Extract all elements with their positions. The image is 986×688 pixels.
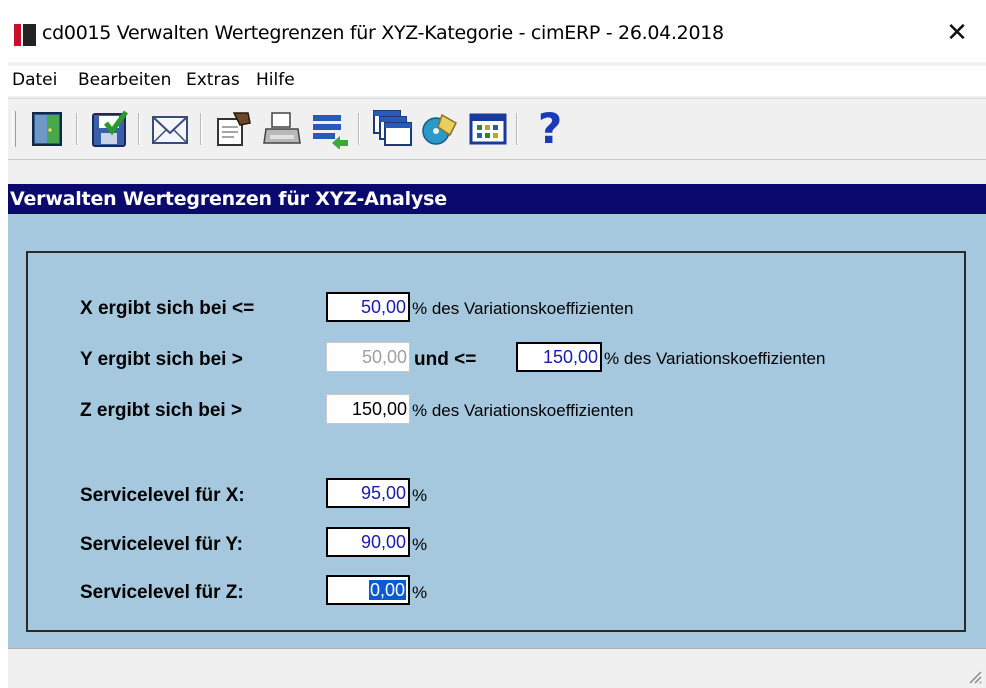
grid-table-icon[interactable]	[466, 107, 510, 151]
transfer-list-icon[interactable]	[308, 107, 352, 151]
z-unit-label: % des Variationskoeffizienten	[412, 401, 634, 420]
printer-icon[interactable]	[260, 107, 304, 151]
servicelevel-x-input[interactable]: 95,00	[326, 478, 410, 508]
y-unit-label: % des Variationskoeffizienten	[604, 349, 826, 368]
form-header: Verwalten Wertegrenzen für XYZ-Analyse	[8, 184, 986, 214]
window-title: cd0015 Verwalten Wertegrenzen für XYZ-Ka…	[42, 22, 724, 44]
menu-extras[interactable]: Extras	[186, 70, 240, 90]
cd-tag-icon[interactable]	[418, 107, 462, 151]
toolbar: ?	[8, 98, 986, 160]
z-limit-label: Z ergibt sich bei >	[80, 400, 243, 421]
resize-grip-icon[interactable]	[966, 668, 982, 684]
notepad-hand-icon[interactable]	[212, 107, 256, 151]
content-area: X ergibt sich bei <= 50,00 % des Variati…	[8, 214, 986, 648]
toolbar-grip[interactable]	[12, 111, 16, 147]
x-limit-input[interactable]: 50,00	[326, 292, 410, 322]
servicelevel-z-label: Servicelevel für Z:	[80, 582, 244, 603]
status-bar	[8, 648, 986, 688]
windows-stack-icon[interactable]	[370, 107, 414, 151]
y-upper-limit-input[interactable]: 150,00	[516, 342, 602, 372]
close-button[interactable]: ✕	[942, 18, 972, 48]
servicelevel-y-percent: %	[412, 535, 428, 554]
toolbar-separator	[200, 113, 202, 145]
envelope-icon[interactable]	[148, 107, 192, 151]
servicelevel-z-percent: %	[412, 583, 428, 602]
y-limit-label: Y ergibt sich bei >	[80, 349, 243, 370]
x-limit-label: X ergibt sich bei <=	[80, 298, 255, 319]
menu-datei[interactable]: Datei	[12, 70, 57, 90]
servicelevel-z-selected-value: 0,00	[368, 580, 406, 600]
title-bar[interactable]: cd0015 Verwalten Wertegrenzen für XYZ-Ka…	[0, 0, 986, 62]
servicelevel-y-input[interactable]: 90,00	[326, 527, 410, 557]
toolbar-separator	[358, 113, 360, 145]
x-unit-label: % des Variationskoeffizienten	[412, 299, 634, 318]
servicelevel-x-label: Servicelevel für X:	[80, 485, 245, 506]
toolbar-separator	[138, 113, 140, 145]
menu-hilfe[interactable]: Hilfe	[256, 70, 295, 90]
toolbar-separator	[76, 113, 78, 145]
z-limit-input[interactable]: 150,00	[326, 394, 410, 424]
menu-bearbeiten[interactable]: Bearbeiten	[78, 70, 171, 90]
form-title: Verwalten Wertegrenzen für XYZ-Analyse	[10, 188, 447, 210]
help-question-icon[interactable]: ?	[528, 107, 572, 151]
servicelevel-x-percent: %	[412, 486, 428, 505]
window-left-border	[0, 0, 8, 688]
y-and-label: und <=	[414, 349, 477, 370]
save-check-icon[interactable]	[88, 107, 132, 151]
exit-door-icon[interactable]	[26, 107, 70, 151]
toolbar-separator	[516, 113, 518, 145]
servicelevel-y-label: Servicelevel für Y:	[80, 534, 244, 555]
menu-bar: Datei Bearbeiten Extras Hilfe	[8, 66, 986, 96]
y-lower-limit-input: 50,00	[326, 342, 410, 372]
servicelevel-z-input[interactable]: 0,00	[326, 575, 410, 605]
application-window: cd0015 Verwalten Wertegrenzen für XYZ-Ka…	[0, 0, 986, 688]
app-logo-icon	[14, 24, 36, 46]
